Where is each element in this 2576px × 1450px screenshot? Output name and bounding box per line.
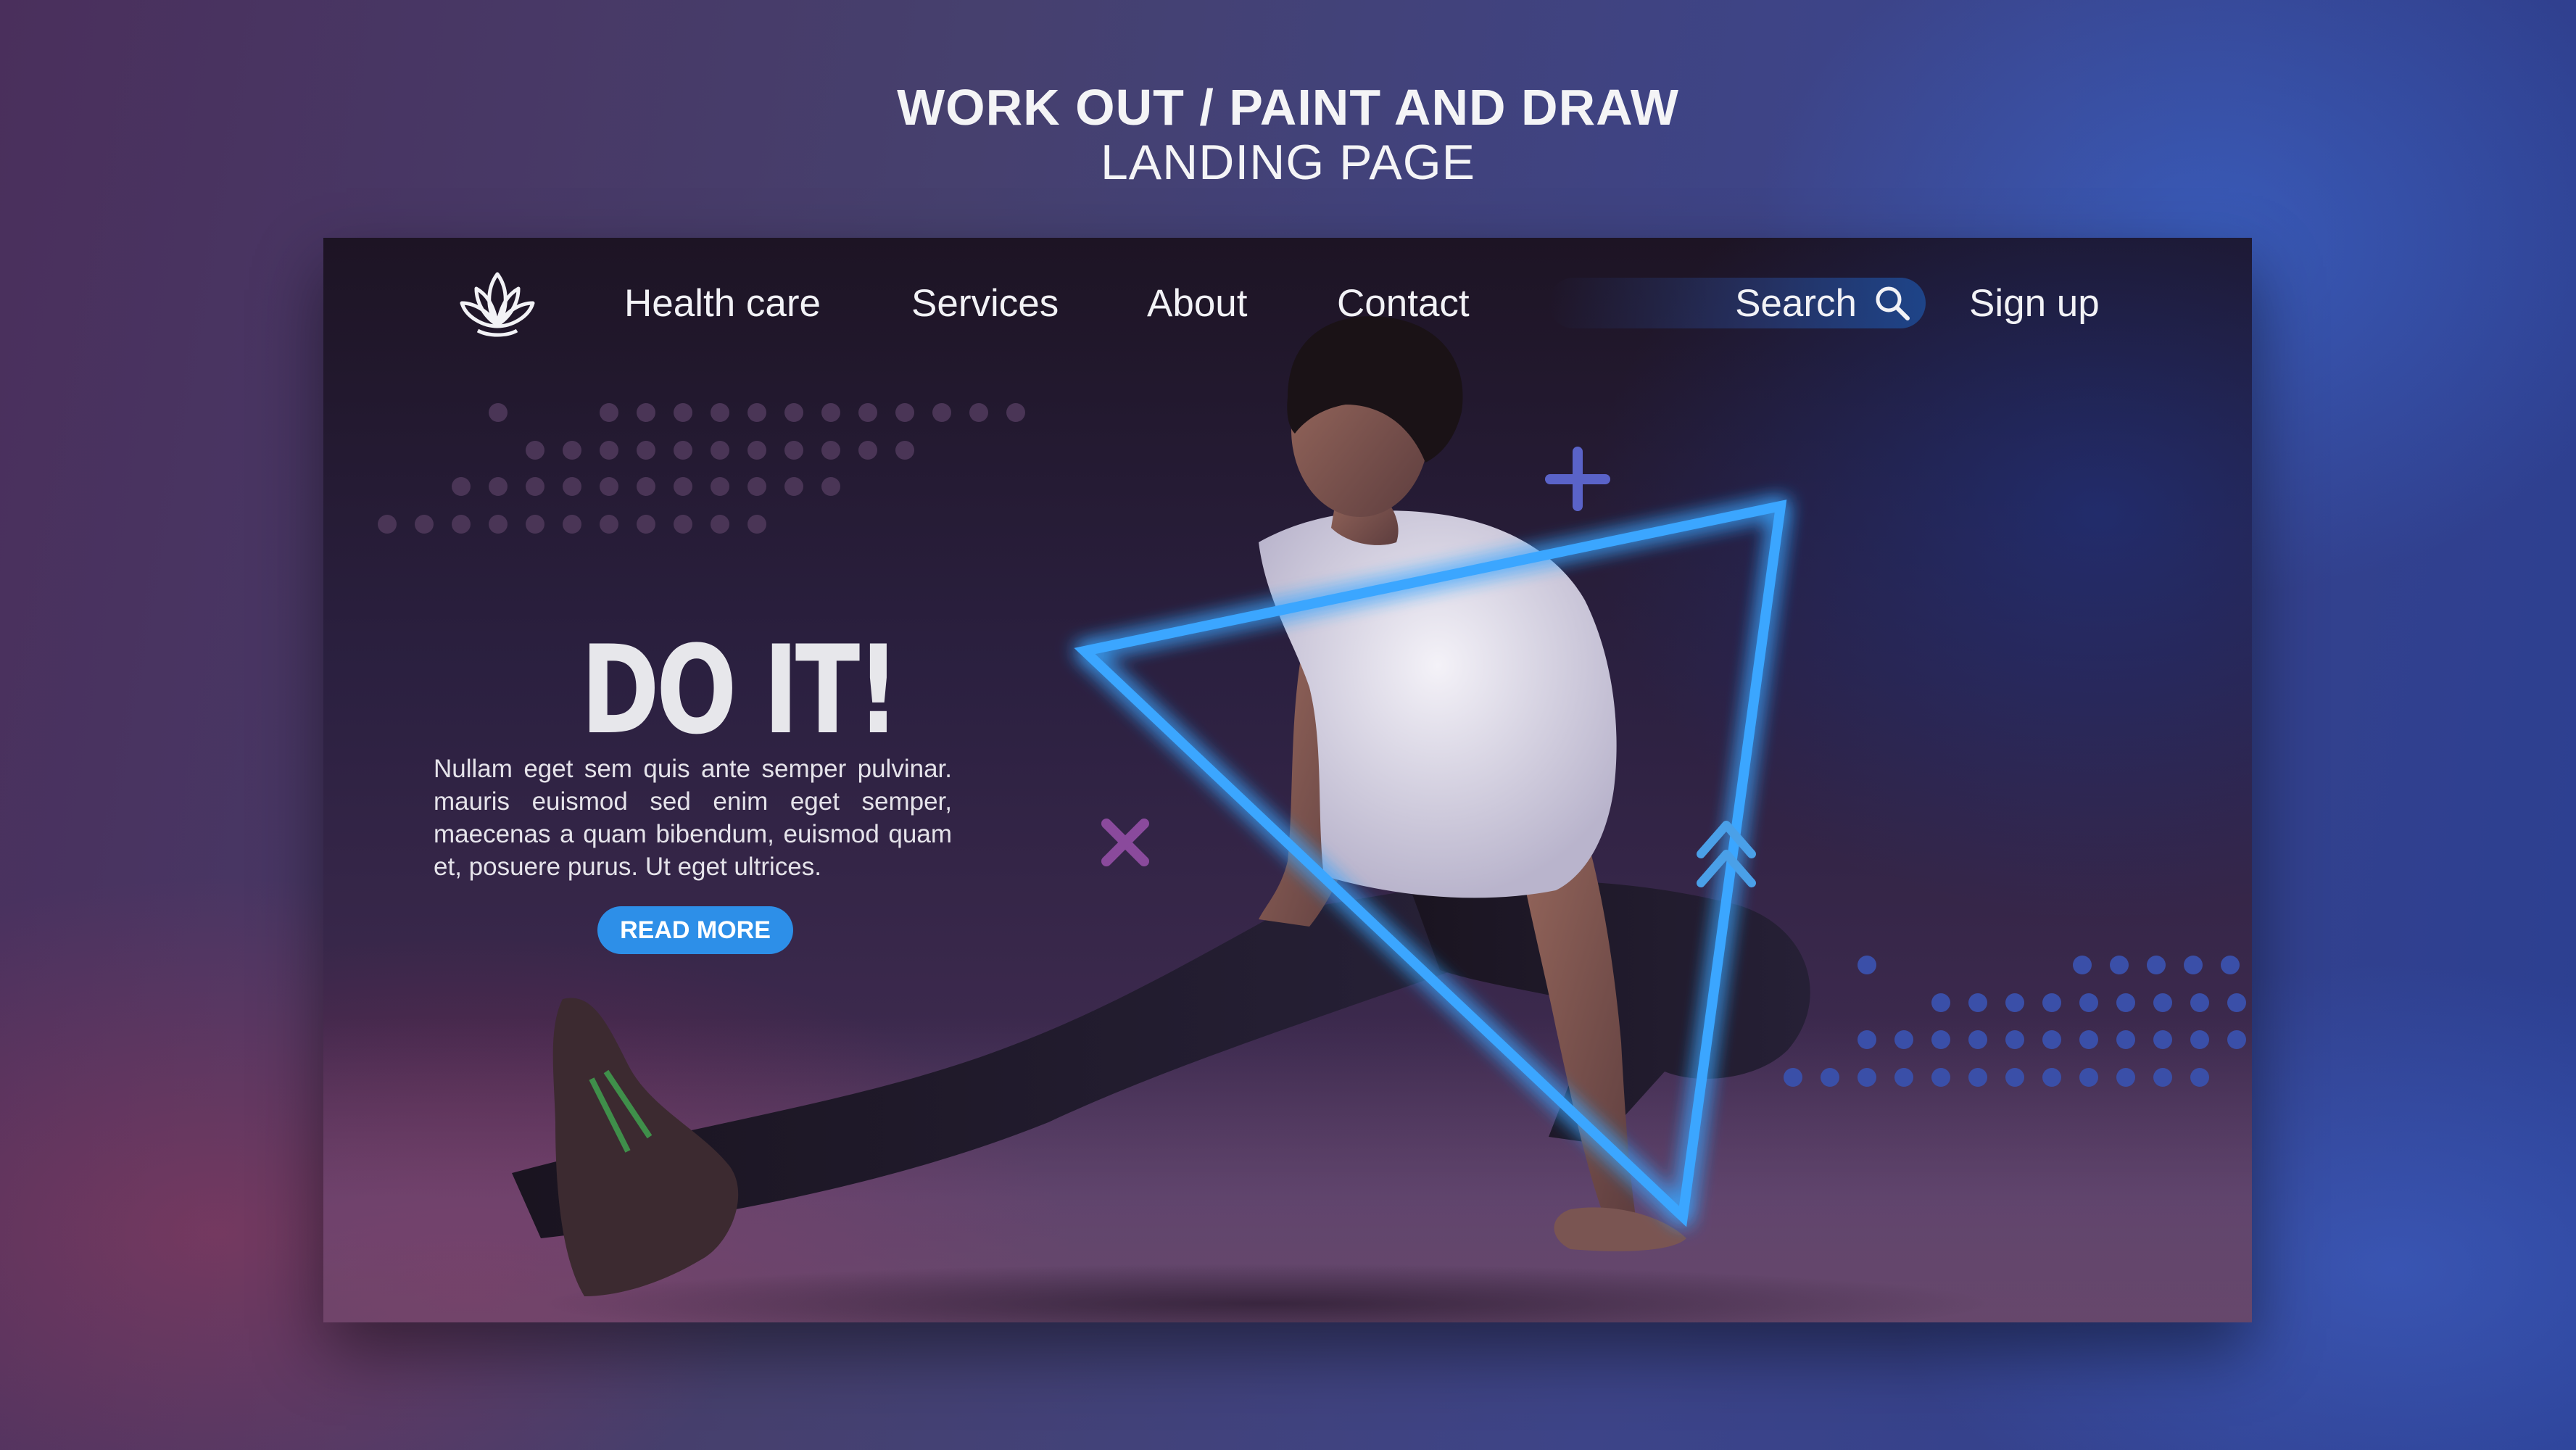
- landing-page-mockup: Health care Services About Contact Searc…: [323, 238, 2252, 1322]
- hero-title: DO IT!: [581, 619, 900, 761]
- read-more-button[interactable]: READ MORE: [597, 906, 793, 954]
- neon-triangle: [1074, 500, 1787, 1227]
- nav-link-health-care[interactable]: Health care: [624, 281, 821, 326]
- nav-link-services[interactable]: Services: [911, 281, 1059, 326]
- plus-icon: [1545, 447, 1610, 511]
- banner-title-line-1: WORK OUT / PAINT AND DRAW: [897, 79, 1679, 136]
- nav-link-contact[interactable]: Contact: [1337, 281, 1470, 326]
- search-label: Search: [1735, 282, 1857, 325]
- cross-icon: [1101, 819, 1149, 866]
- sign-up-link[interactable]: Sign up: [1969, 281, 2100, 326]
- banner-title-line-2: LANDING PAGE: [1100, 135, 1476, 190]
- hero-description: Nullam eget sem quis ante semper pulvina…: [434, 755, 952, 881]
- nav-link-about[interactable]: About: [1147, 281, 1248, 326]
- lotus-icon[interactable]: [456, 267, 539, 347]
- search-input[interactable]: Search: [1549, 278, 1926, 328]
- top-navigation: Health care Services About Contact Searc…: [323, 238, 2252, 361]
- search-icon[interactable]: [1873, 284, 1911, 322]
